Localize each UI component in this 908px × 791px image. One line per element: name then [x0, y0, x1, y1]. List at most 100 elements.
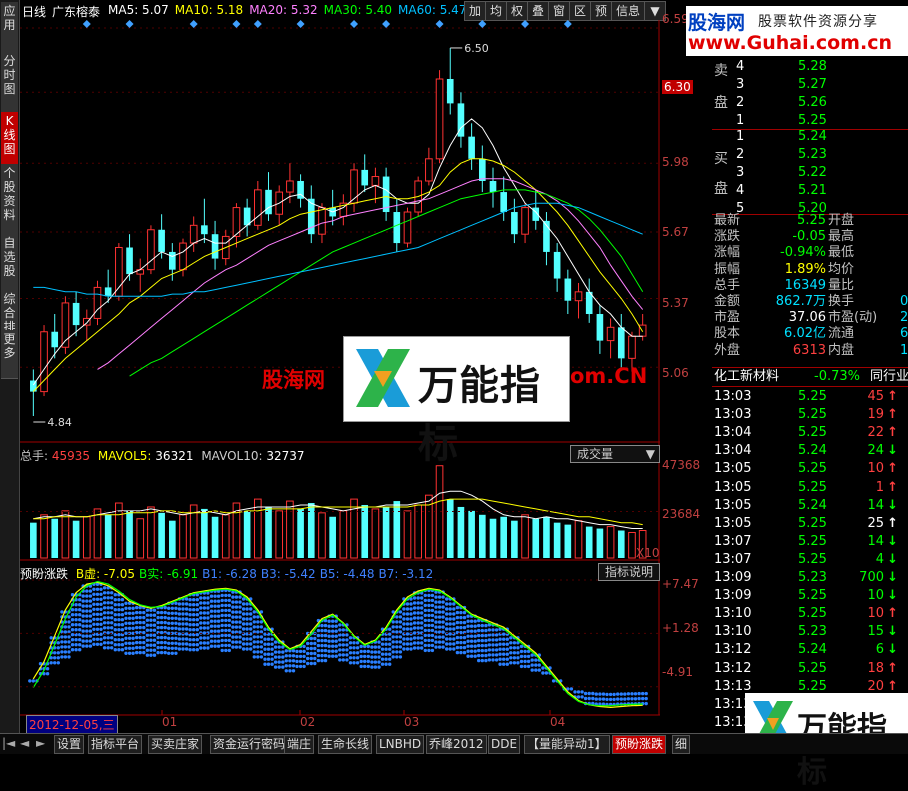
indicator-header: 预盼涨跌 B虚: -7.05 B实: -6.91 B1: -6.28 B3: -5.4… [20, 565, 433, 582]
volume-bar-30 [350, 498, 358, 559]
left-tab-4[interactable]: 自选股 [1, 234, 18, 291]
arrow-right-icon[interactable]: ► [36, 736, 45, 750]
left-tab-bar: 应用分时图K线图个股资料自选股综合排名更多 [0, 0, 20, 733]
candle-53 [596, 305, 604, 354]
bottom-tab-8[interactable]: DDE [488, 735, 521, 754]
logo-slogan: 股票软件资源分享 [758, 14, 878, 30]
volume-bar-6 [93, 508, 102, 559]
candle-43 [489, 167, 497, 208]
signal-diamond-3 [232, 20, 241, 28]
sector-peer: 同行业 [870, 369, 908, 384]
tick-volume: 25 [867, 515, 884, 531]
bottom-tab-0[interactable]: 设置 [54, 735, 85, 754]
left-tab-1[interactable]: 分时图 [1, 52, 18, 113]
left-tab-3[interactable]: 个股资料 [1, 164, 18, 235]
bottom-tab-5[interactable]: 生命长线 [318, 735, 373, 754]
toolbar-button-0[interactable]: 加 [464, 1, 486, 21]
indicator-tick-0: +7.47 [662, 577, 699, 591]
tick-volume: 10 [867, 461, 884, 477]
toolbar-button-5[interactable]: 区 [569, 1, 591, 21]
stat-row-8: 外盘 6313 内盘 1 [712, 342, 908, 360]
buy-level: 3 [736, 165, 745, 180]
tick-time: 13:05 [714, 515, 752, 531]
tick-time: 13:10 [714, 624, 752, 640]
buy-row-1[interactable]: 2 5.23 [712, 146, 908, 164]
tick-price: 5.25 [798, 606, 827, 622]
tick-volume: 14 [867, 497, 884, 513]
tick-row-0: 13:03 5.25 45 ↑ [712, 388, 908, 406]
volume-bar-40 [457, 506, 465, 558]
bottom-tab-2[interactable]: 买卖庄家 [148, 735, 203, 754]
buy-level: 1 [736, 129, 745, 144]
buy-price: 5.21 [798, 183, 827, 198]
logo-brand: 股海网 [688, 12, 746, 34]
volume-axis: 47368 23684 X10 [636, 450, 712, 560]
arrow-down-icon: ↓ [887, 443, 898, 459]
volume-bar-12 [158, 512, 165, 558]
bottom-tab-7[interactable]: 乔峰2012 [426, 735, 487, 754]
volume-bar-43 [489, 518, 497, 558]
volume-bar-31 [361, 504, 369, 558]
candle-19 [232, 203, 241, 248]
sell-row-0[interactable]: 4 5.28 [712, 58, 908, 76]
signal-diamond-11 [563, 20, 572, 28]
bottom-tab-6[interactable]: LNBHD [376, 735, 425, 754]
ma-item-1: MA10: 5.18 [174, 3, 244, 17]
volume-bar-24 [286, 500, 294, 559]
toolbar-button-2[interactable]: 权 [506, 1, 528, 21]
arrow-down-icon: ↓ [887, 624, 898, 640]
toolbar-button-7[interactable]: 信息 [611, 1, 645, 21]
candle-49 [553, 243, 561, 292]
sell-row-1[interactable]: 3 5.27 [712, 76, 908, 94]
watermark-left: 股海网 [262, 368, 325, 392]
stat-label2: 内盘 [828, 342, 855, 358]
tick-price: 5.25 [798, 407, 827, 423]
sell-level: 2 [736, 95, 745, 110]
tick-row-13: 13:10 5.23 15 ↓ [712, 623, 908, 641]
tick-volume: 18 [867, 660, 884, 676]
arrow-left-icon[interactable]: ◄ [20, 736, 29, 750]
toolbar-button-4[interactable]: 窗 [548, 1, 570, 21]
buy-row-3[interactable]: 4 5.21 [712, 182, 908, 200]
bottom-tab-11[interactable]: 细 [672, 735, 691, 754]
tick-price: 5.25 [798, 461, 827, 477]
site-logo: 股海网 股票软件资源分享 www.Guhai.com.cn [686, 6, 908, 56]
sector-row[interactable]: 化工新材料 -0.73% 同行业 [712, 367, 908, 387]
buy-row-2[interactable]: 3 5.22 [712, 164, 908, 182]
toolbar-button-6[interactable]: 预 [590, 1, 612, 21]
bottom-tab-4[interactable]: 端庄 [284, 735, 315, 754]
left-tab-2[interactable]: K线图 [1, 112, 18, 165]
bottom-tab-10[interactable]: 预盼涨跌 [612, 735, 667, 754]
stat-value2: 1 [900, 342, 908, 358]
toolbar-button-3[interactable]: 叠 [527, 1, 549, 21]
left-tab-6[interactable]: 更多 [1, 330, 18, 379]
candle-44 [500, 176, 508, 221]
indicator-value-3: B3: -5.42 [260, 567, 316, 581]
tick-price: 5.24 [798, 642, 827, 658]
bottom-tab-9[interactable]: 【量能异动1】 [524, 735, 610, 754]
buy-row-0[interactable]: 1 5.24 [712, 128, 908, 146]
left-tab-5[interactable]: 综合排名 [1, 290, 18, 348]
tick-row-14: 13:12 5.24 6 ↓ [712, 641, 908, 659]
month-tick-2: 03 [404, 715, 420, 729]
left-tab-0[interactable]: 应用 [1, 2, 18, 53]
sell-row-2[interactable]: 2 5.26 [712, 94, 908, 112]
volume-bar-32 [371, 508, 380, 559]
tick-price: 5.23 [798, 570, 827, 585]
watermark-logo-icon [356, 349, 410, 407]
indicator-help-button[interactable]: 指标说明 [598, 563, 661, 581]
bottom-tab-1[interactable]: 指标平台 [88, 735, 143, 754]
volume-bar-13 [168, 520, 176, 558]
bottom-tab-3[interactable]: 资金运行密码 [210, 735, 289, 754]
candle-24 [286, 163, 294, 204]
arrow-first-icon[interactable]: |◄ [2, 736, 15, 750]
volume-bar-0 [30, 522, 37, 558]
tick-price: 5.25 [798, 588, 827, 604]
volume-bar-21 [254, 498, 262, 559]
toolbar-button-1[interactable]: 均 [485, 1, 507, 21]
tick-row-5: 13:05 5.25 1 ↑ [712, 479, 908, 497]
arrow-down-icon: ↓ [887, 497, 898, 513]
volume-selector[interactable]: 成交量 ▼ [570, 445, 660, 463]
candle-48 [543, 212, 550, 266]
indicator-axis: +7.47 +1.28 -4.91 [660, 565, 712, 715]
